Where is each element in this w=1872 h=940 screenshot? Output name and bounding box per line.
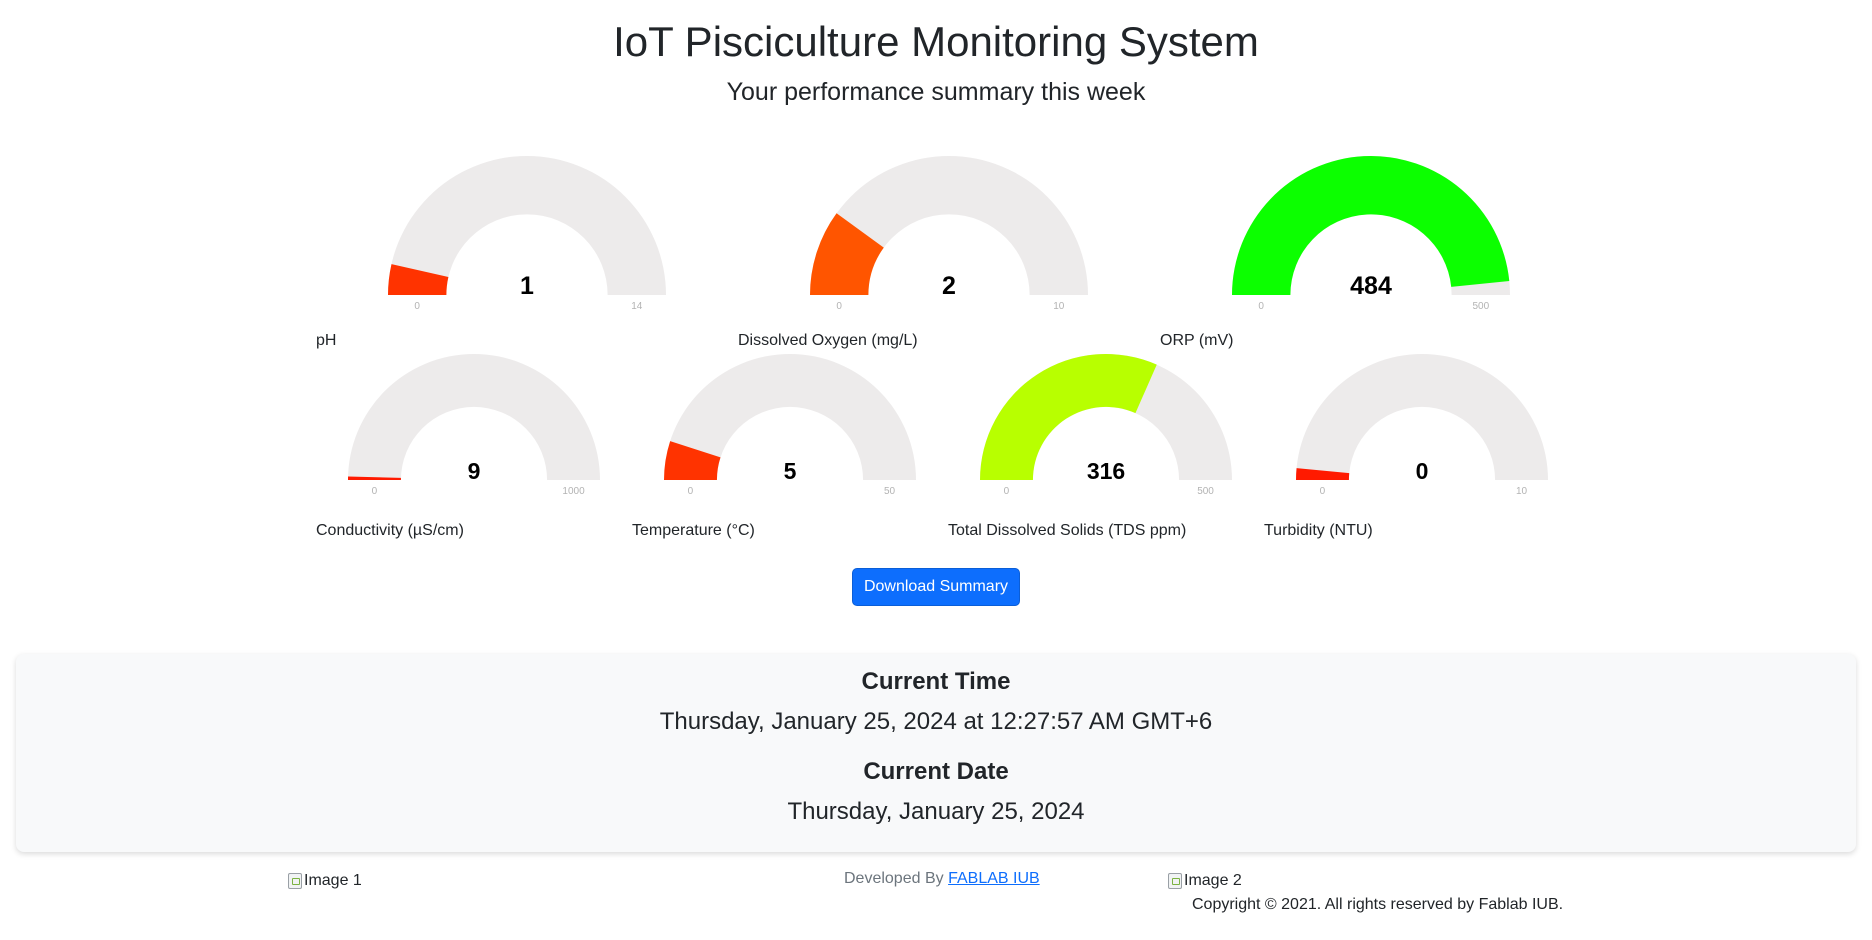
gauge-tds-fill bbox=[980, 354, 1157, 480]
gauge-dissolved-oxygen-label: Dissolved Oxygen (mg/L) bbox=[738, 332, 918, 349]
copyright-text: Copyright © 2021. All rights reserved by… bbox=[1192, 896, 1564, 913]
download-summary-button[interactable]: Download Summary bbox=[852, 568, 1020, 606]
gauge-orp-max-label: 500 bbox=[1472, 301, 1489, 312]
gauge-ph: 1 0 14 bbox=[386, 154, 668, 324]
footer-image-1-alt: Image 1 bbox=[304, 872, 362, 889]
gauge-conductivity: 9 0 1000 bbox=[346, 352, 602, 500]
gauge-tds-chart: 316 0 500 bbox=[980, 354, 1232, 497]
gauge-tds-min-label: 0 bbox=[1004, 486, 1010, 497]
gauge-tds-max-label: 500 bbox=[1197, 486, 1214, 497]
gauge-turbidity: 0 0 10 bbox=[1294, 352, 1550, 500]
gauge-turbidity-label: Turbidity (NTU) bbox=[1264, 522, 1373, 539]
gauge-dissolved-oxygen-value: 2 bbox=[942, 272, 956, 300]
gauge-orp-label: ORP (mV) bbox=[1160, 332, 1234, 349]
current-time-heading: Current Time bbox=[861, 668, 1011, 695]
gauge-temperature-value: 5 bbox=[784, 458, 797, 484]
broken-image-icon bbox=[288, 873, 302, 889]
current-time-value: Thursday, January 25, 2024 at 12:27:57 A… bbox=[659, 708, 1213, 735]
gauge-ph-max-label: 14 bbox=[631, 301, 643, 312]
current-date-value: Thursday, January 25, 2024 bbox=[787, 798, 1085, 825]
page-title: IoT Pisciculture Monitoring System bbox=[613, 18, 1259, 65]
gauge-temperature-min-label: 0 bbox=[688, 486, 694, 497]
gauge-ph-chart: 1 0 14 bbox=[388, 156, 666, 312]
gauge-conductivity-value: 9 bbox=[468, 458, 481, 484]
current-date-heading: Current Date bbox=[863, 758, 1009, 785]
gauge-turbidity-value: 0 bbox=[1416, 458, 1429, 484]
gauge-ph-value: 1 bbox=[520, 272, 534, 300]
gauge-dissolved-oxygen-max-label: 10 bbox=[1053, 301, 1065, 312]
gauge-temperature-chart: 5 0 50 bbox=[664, 354, 916, 497]
gauge-turbidity-min-label: 0 bbox=[1320, 486, 1326, 497]
gauge-conductivity-max-label: 1000 bbox=[562, 486, 585, 497]
footer-image-2-alt: Image 2 bbox=[1184, 872, 1242, 889]
gauge-temperature-label: Temperature (°C) bbox=[632, 522, 755, 539]
gauge-conductivity-label: Conductivity (µS/cm) bbox=[316, 522, 464, 539]
page-subtitle: Your performance summary this week bbox=[726, 78, 1146, 106]
gauge-dissolved-oxygen-chart: 2 0 10 bbox=[810, 156, 1088, 312]
gauge-ph-min-label: 0 bbox=[414, 301, 420, 312]
gauge-orp-min-label: 0 bbox=[1258, 301, 1264, 312]
footer-image-1: Image 1 bbox=[288, 872, 362, 890]
gauge-dissolved-oxygen-min-label: 0 bbox=[836, 301, 842, 312]
gauge-tds-label: Total Dissolved Solids (TDS ppm) bbox=[948, 522, 1187, 539]
broken-image-icon bbox=[1168, 873, 1182, 889]
gauge-tds-value: 316 bbox=[1087, 458, 1125, 484]
fablab-iub-link[interactable]: FABLAB IUB bbox=[948, 870, 1040, 887]
footer-image-2: Image 2 bbox=[1168, 872, 1242, 890]
gauge-orp-value: 484 bbox=[1350, 272, 1392, 300]
gauge-tds: 316 0 500 bbox=[978, 352, 1234, 500]
gauge-conductivity-chart: 9 0 1000 bbox=[348, 354, 600, 497]
gauge-temperature-max-label: 50 bbox=[884, 486, 896, 497]
developed-by: Developed By FABLAB IUB bbox=[844, 870, 1040, 888]
gauge-conductivity-min-label: 0 bbox=[372, 486, 378, 497]
developed-by-text: Developed By bbox=[844, 870, 944, 887]
gauge-ph-label: pH bbox=[316, 332, 337, 349]
time-card: Current Time Thursday, January 25, 2024 … bbox=[16, 654, 1856, 852]
gauge-orp: 484 0 500 bbox=[1230, 154, 1512, 324]
gauge-turbidity-chart: 0 0 10 bbox=[1296, 354, 1548, 497]
gauge-dissolved-oxygen: 2 0 10 bbox=[808, 154, 1090, 324]
gauge-turbidity-max-label: 10 bbox=[1516, 486, 1528, 497]
gauge-temperature: 5 0 50 bbox=[662, 352, 918, 500]
gauge-orp-chart: 484 0 500 bbox=[1232, 155, 1510, 312]
